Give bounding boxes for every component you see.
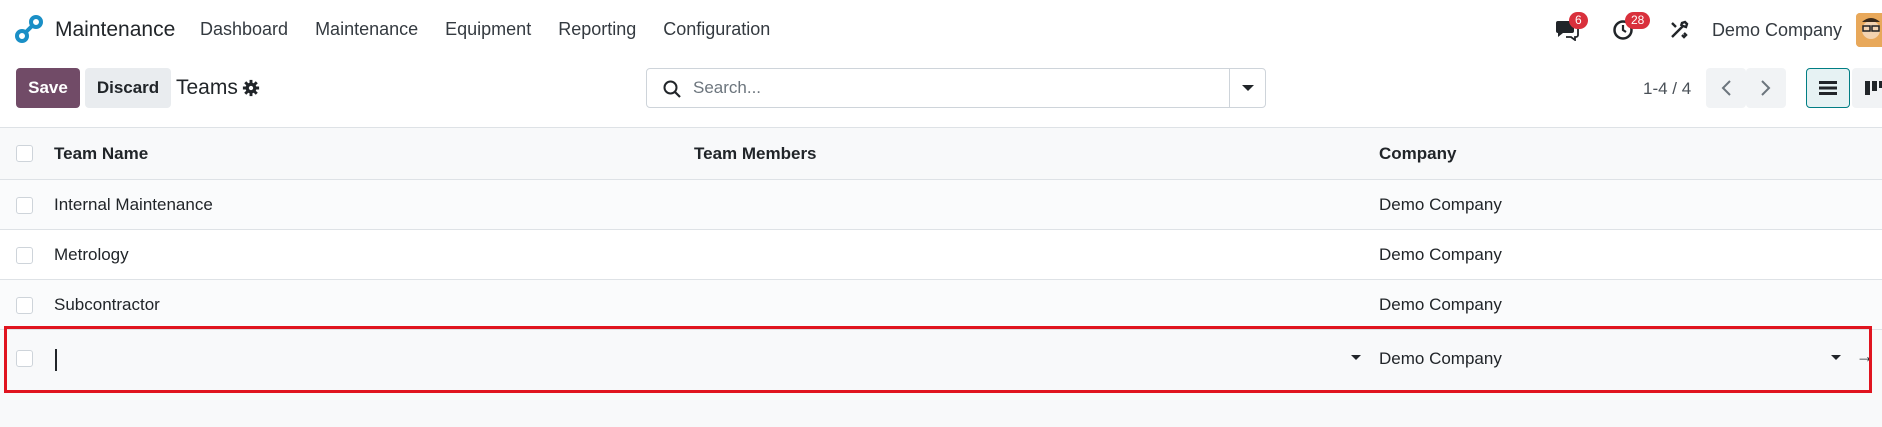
row-checkbox[interactable] bbox=[16, 297, 33, 314]
list-view-button[interactable] bbox=[1806, 68, 1850, 108]
debug-tools-button[interactable] bbox=[1664, 15, 1694, 45]
column-company[interactable]: Company bbox=[1379, 128, 1456, 179]
team-name-cell[interactable]: Subcontractor bbox=[54, 280, 160, 329]
table-row[interactable]: Subcontractor Demo Company bbox=[0, 280, 1882, 330]
kanban-view-button[interactable] bbox=[1852, 68, 1882, 108]
table-row[interactable]: Internal Maintenance Demo Company bbox=[0, 180, 1882, 230]
column-team-name[interactable]: Team Name bbox=[54, 128, 148, 179]
messages-badge: 6 bbox=[1568, 12, 1588, 29]
list-view-icon bbox=[1819, 81, 1837, 95]
control-panel: Save Discard Teams 1-4 / 4 bbox=[0, 60, 1882, 128]
discard-button[interactable]: Discard bbox=[85, 68, 171, 108]
teams-list: Team Name Team Members Company Internal … bbox=[0, 128, 1882, 388]
menu-equipment[interactable]: Equipment bbox=[445, 19, 531, 40]
table-row[interactable]: Metrology Demo Company bbox=[0, 230, 1882, 280]
search-input[interactable] bbox=[685, 69, 1225, 107]
team-name-cell[interactable]: Metrology bbox=[54, 230, 129, 279]
arrow-right-icon[interactable]: → bbox=[1856, 346, 1874, 367]
page-title: Teams bbox=[176, 76, 238, 99]
company-input[interactable]: Demo Company bbox=[1379, 330, 1502, 387]
menu-reporting[interactable]: Reporting bbox=[558, 19, 636, 40]
pager-previous-button[interactable] bbox=[1706, 68, 1746, 108]
save-button[interactable]: Save bbox=[16, 68, 80, 108]
systray: 6 28 Demo Company bbox=[1552, 12, 1882, 48]
main-menu: Dashboard Maintenance Equipment Reportin… bbox=[200, 19, 797, 40]
chevron-left-icon bbox=[1721, 80, 1731, 96]
company-cell[interactable]: Demo Company bbox=[1379, 180, 1502, 229]
select-all-checkbox[interactable] bbox=[16, 145, 33, 162]
search-options-toggle[interactable] bbox=[1229, 69, 1265, 107]
messages-button[interactable]: 6 bbox=[1552, 12, 1588, 45]
column-team-members[interactable]: Team Members bbox=[694, 128, 817, 179]
menu-dashboard[interactable]: Dashboard bbox=[200, 19, 288, 40]
caret-down-icon bbox=[1241, 85, 1254, 91]
gear-icon[interactable] bbox=[242, 79, 260, 97]
caret-down-icon[interactable] bbox=[1351, 355, 1361, 360]
list-footer bbox=[0, 380, 1882, 427]
company-cell[interactable]: Demo Company bbox=[1379, 280, 1502, 329]
user-avatar[interactable] bbox=[1856, 13, 1882, 47]
app-logo-icon[interactable] bbox=[14, 14, 44, 44]
activities-badge: 28 bbox=[1624, 12, 1651, 29]
app-name[interactable]: Maintenance bbox=[55, 18, 175, 42]
search-icon bbox=[663, 80, 681, 98]
menu-configuration[interactable]: Configuration bbox=[663, 19, 770, 40]
text-cursor bbox=[55, 349, 57, 371]
top-navbar: Maintenance Dashboard Maintenance Equipm… bbox=[0, 0, 1882, 60]
table-header: Team Name Team Members Company bbox=[0, 128, 1882, 180]
chevron-right-icon bbox=[1761, 80, 1771, 96]
company-switcher[interactable]: Demo Company bbox=[1712, 20, 1842, 41]
caret-down-icon[interactable] bbox=[1831, 355, 1841, 360]
kanban-view-icon bbox=[1865, 81, 1882, 95]
pager-next-button[interactable] bbox=[1746, 68, 1786, 108]
row-checkbox[interactable] bbox=[16, 247, 33, 264]
tools-icon bbox=[1671, 20, 1689, 39]
menu-maintenance[interactable]: Maintenance bbox=[315, 19, 418, 40]
pager-value[interactable]: 1-4 / 4 bbox=[1643, 79, 1691, 99]
activities-button[interactable]: 28 bbox=[1608, 12, 1651, 45]
search-bar bbox=[646, 68, 1266, 108]
company-cell[interactable]: Demo Company bbox=[1379, 230, 1502, 279]
avatar-face-icon bbox=[1856, 13, 1882, 47]
row-checkbox[interactable] bbox=[16, 350, 33, 367]
team-name-cell[interactable]: Internal Maintenance bbox=[54, 180, 213, 229]
row-checkbox[interactable] bbox=[16, 197, 33, 214]
